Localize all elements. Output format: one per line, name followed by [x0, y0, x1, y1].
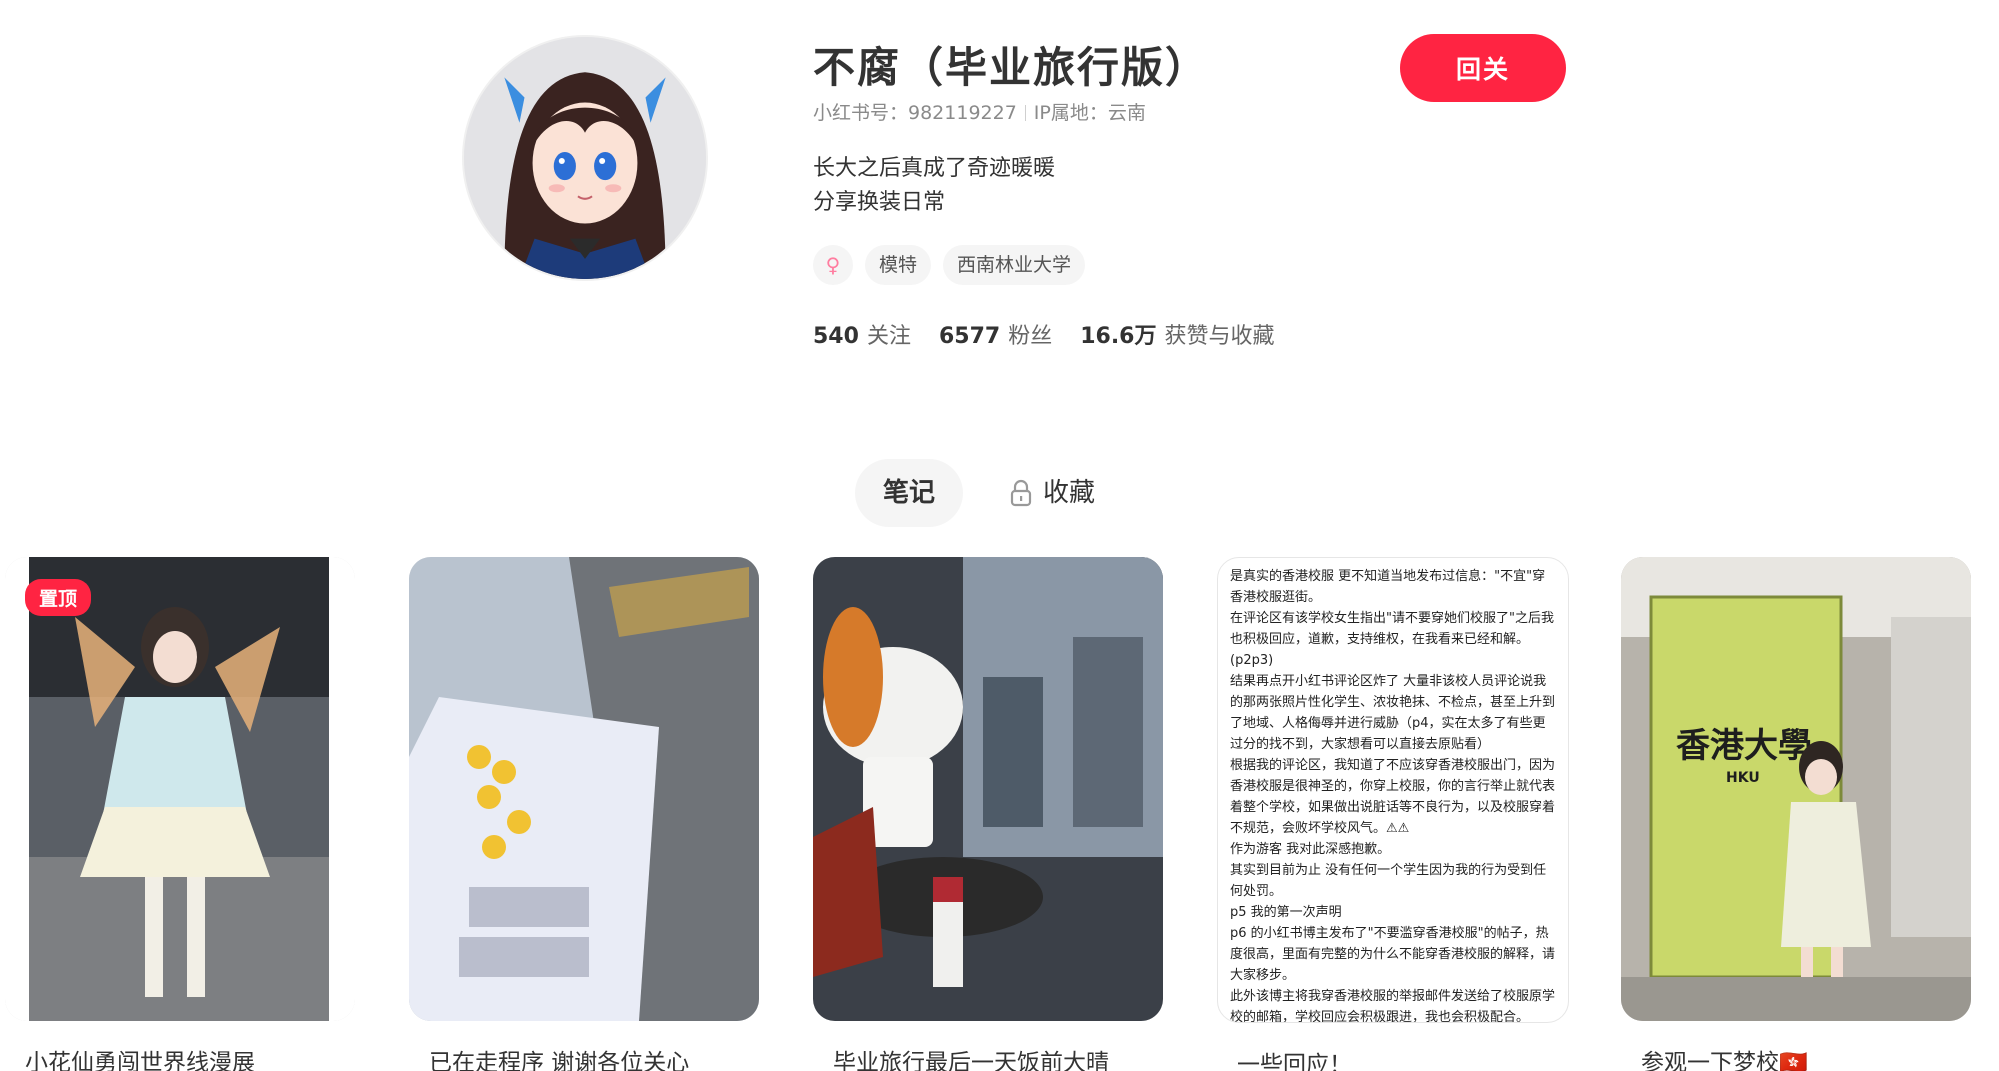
sign-text: 香港大學: [1676, 726, 1812, 766]
note-card[interactable]: 香港大學 HKU 参观一下梦校🇭🇰: [1621, 557, 1971, 1071]
stat-likes-collects[interactable]: 16.6万 获赞与收藏: [1080, 318, 1274, 350]
text-line: 是真实的香港校服 更不知道当地发布过信息："不宜"穿香港校服逛街。: [1230, 569, 1546, 605]
profile-page: 不腐（毕业旅行版） 小红书号：982119227 IP属地：云南 长大之后真成了奇…: [0, 0, 1999, 1071]
note-cover[interactable]: 置顶: [5, 557, 355, 1021]
avatar[interactable]: [462, 35, 708, 281]
stat-value: 540: [813, 324, 859, 349]
stat-value: 16.6万: [1080, 324, 1157, 349]
profile-stats: 540 关注 6577 粉丝 16.6万 获赞与收藏: [813, 318, 1275, 350]
profile-meta: 小红书号：982119227 IP属地：云南: [813, 98, 1146, 125]
note-cover[interactable]: 香港大學 HKU: [1621, 557, 1971, 1021]
stat-label: 关注: [866, 324, 911, 349]
sign-subtext: HKU: [1726, 770, 1760, 786]
text-line: 根据我的评论区，我知道了不应该穿香港校服出门，因为香港校服是很神圣的，你穿上校服…: [1230, 758, 1556, 836]
tag-school: 西南林业大学: [943, 245, 1086, 285]
note-cover[interactable]: 是真实的香港校服 更不知道当地发布过信息："不宜"穿香港校服逛街。 在评论区有该…: [1217, 557, 1569, 1023]
note-title[interactable]: 小花仙勇闯世界线漫展: [5, 1043, 355, 1071]
text-line: p6 的小红书博主发布了"不要滥穿香港校服"的帖子，热度很高，里面有完整的为什么…: [1230, 926, 1556, 983]
cover-image: [5, 557, 355, 1021]
note-card[interactable]: 已在走程序 谢谢各位关心: [409, 557, 759, 1071]
note-title[interactable]: 毕业旅行最后一天饭前大晴: [813, 1043, 1163, 1071]
tag-occupation: 模特: [865, 245, 932, 285]
stat-followers[interactable]: 6577 粉丝: [939, 318, 1052, 350]
bio-line: 分享换装日常: [813, 190, 946, 215]
tab-collections[interactable]: 收藏: [981, 459, 1123, 527]
lock-icon: [1010, 479, 1032, 507]
cover-image: [409, 557, 759, 1021]
text-line: 在评论区有该学校女生指出"请不要穿她们校服了"之后我也积极回应，道歉，支持维权，…: [1230, 611, 1554, 647]
profile-bio: 长大之后真成了奇迹暖暖 分享换装日常: [813, 152, 1055, 220]
ip-location: IP属地：云南: [1033, 102, 1146, 124]
note-title[interactable]: 参观一下梦校🇭🇰: [1621, 1043, 1971, 1071]
redbook-id: 小红书号：982119227: [813, 102, 1017, 124]
avatar-illustration: [464, 37, 706, 279]
note-cover[interactable]: [409, 557, 759, 1021]
profile-name: 不腐（毕业旅行版）: [813, 43, 1210, 92]
stat-following[interactable]: 540 关注: [813, 318, 911, 350]
note-text-preview: 是真实的香港校服 更不知道当地发布过信息："不宜"穿香港校服逛街。 在评论区有该…: [1230, 566, 1558, 1023]
meta-divider: [1024, 105, 1026, 121]
note-title[interactable]: 一些回应！: [1217, 1045, 1567, 1071]
bio-line: 长大之后真成了奇迹暖暖: [813, 156, 1056, 181]
cover-image: 香港大學 HKU: [1621, 557, 1971, 1021]
text-line: p5 我的第一次声明: [1230, 905, 1342, 920]
tab-label: 收藏: [1043, 478, 1096, 508]
content-tabs: 笔记 收藏: [855, 459, 1123, 527]
text-line: 结果再点开小红书评论区炸了 大量非该校人员评论说我的那两张照片性化学生、浓妆艳抹…: [1230, 674, 1556, 752]
stat-label: 获赞与收藏: [1164, 324, 1275, 349]
note-title[interactable]: 已在走程序 谢谢各位关心: [409, 1043, 759, 1071]
text-line: 作为游客 我对此深感抱歉。: [1230, 842, 1391, 857]
pinned-badge: 置顶: [25, 579, 92, 616]
note-card[interactable]: 置顶 小花仙勇闯世界线漫展: [5, 557, 355, 1071]
tab-notes[interactable]: 笔记: [855, 459, 964, 527]
follow-back-button[interactable]: 回关: [1400, 34, 1566, 102]
profile-tags: ♀ 模特 西南林业大学: [813, 245, 1086, 285]
stat-label: 粉丝: [1008, 324, 1053, 349]
text-line: 此外该博主将我穿香港校服的举报邮件发送给了校服原学校的邮箱，学校回应会积极跟进，…: [1230, 989, 1556, 1023]
cover-image: [813, 557, 1163, 1021]
text-line: (p2p3): [1230, 653, 1274, 668]
text-line: 其实到目前为止 没有任何一个学生因为我的行为受到任何处罚。: [1230, 863, 1547, 899]
note-card[interactable]: 毕业旅行最后一天饭前大晴: [813, 557, 1163, 1071]
female-icon: ♀: [813, 245, 853, 285]
stat-value: 6577: [938, 324, 1001, 349]
note-card[interactable]: 是真实的香港校服 更不知道当地发布过信息："不宜"穿香港校服逛街。 在评论区有该…: [1217, 557, 1569, 1071]
note-cover[interactable]: [813, 557, 1163, 1021]
